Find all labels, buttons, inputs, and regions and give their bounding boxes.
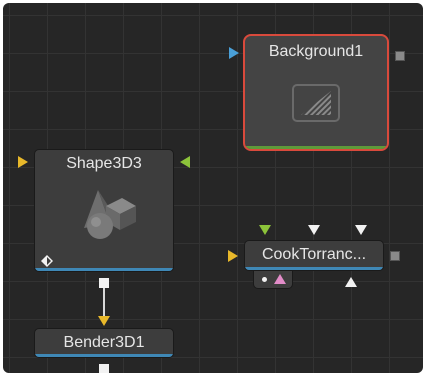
cooktorrance-effect-input-pink[interactable] (274, 274, 286, 284)
cooktorrance-input-green[interactable] (259, 225, 271, 235)
background-node[interactable]: Background1 (243, 34, 389, 151)
shape3d-node[interactable]: Shape3D3 (34, 149, 174, 272)
cooktorrance-node-output[interactable] (390, 251, 400, 261)
cooktorrance-node-title: CookTorranc... (261, 246, 367, 263)
bender-node-input[interactable] (98, 316, 110, 326)
bender-node-output[interactable] (99, 364, 109, 373)
connection-wire (103, 288, 105, 317)
shape3d-node-input-right[interactable] (180, 156, 190, 168)
cooktorrance-input-white-1[interactable] (308, 225, 320, 235)
background-node-title: Background1 (268, 43, 364, 60)
shape3d-node-status-bar (35, 268, 173, 271)
cooktorrance-effect-dot (262, 277, 267, 282)
bender-node-title: Bender3D1 (63, 334, 145, 351)
cooktorrance-node-status-bar (245, 267, 383, 270)
cooktorrance-node[interactable]: CookTorranc... (244, 240, 384, 271)
background-node-status-bar (245, 146, 387, 149)
shape3d-node-title: Shape3D3 (66, 155, 142, 172)
bender-node-status-bar (35, 354, 173, 357)
bender-node[interactable]: Bender3D1 (34, 328, 174, 358)
gradient-image-icon (291, 83, 341, 123)
shape3d-node-input-left[interactable] (18, 156, 28, 168)
background-node-input[interactable] (229, 47, 239, 59)
cooktorrance-effect-tab[interactable] (253, 271, 293, 289)
cooktorrance-output-white[interactable] (345, 277, 357, 287)
node-flow-canvas[interactable]: Background1 Shape3D3 Bender3D1 CookTorra… (3, 3, 423, 373)
background-node-output[interactable] (395, 51, 405, 61)
cooktorrance-input-left[interactable] (228, 250, 238, 262)
shape3d-node-output[interactable] (99, 278, 109, 288)
diamond-marker-icon (41, 254, 53, 267)
cooktorrance-input-white-2[interactable] (355, 225, 367, 235)
3d-shapes-icon (70, 184, 140, 242)
